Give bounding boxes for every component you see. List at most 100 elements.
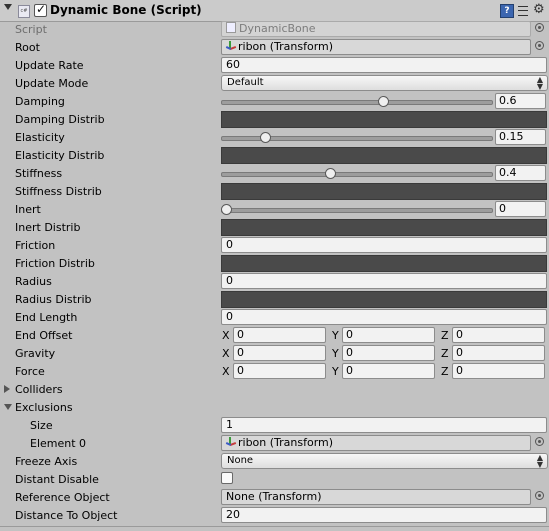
x-axis-label: X	[222, 347, 230, 360]
component-enabled-checkbox[interactable]: ✓	[34, 2, 47, 17]
stiffness-distrib-label: Stiffness Distrib	[15, 185, 102, 198]
row-friction-distrib: Friction Distrib	[0, 254, 549, 272]
element-0-field[interactable]: ribon (Transform)	[221, 435, 531, 451]
inert-slider-thumb[interactable]	[221, 204, 232, 215]
foldout-collapsed-icon[interactable]	[4, 385, 10, 393]
damping-distrib-label: Damping Distrib	[15, 113, 105, 126]
x-axis-label: X	[222, 365, 230, 378]
gravity-z-field[interactable]: 0	[452, 345, 545, 361]
radius-label: Radius	[15, 275, 52, 288]
row-reference-object: Reference Object None (Transform)	[0, 488, 549, 506]
row-stiffness-distrib: Stiffness Distrib	[0, 182, 549, 200]
freeze-axis-label: Freeze Axis	[15, 455, 78, 468]
object-picker-icon[interactable]	[535, 491, 544, 500]
stiffness-slider-thumb[interactable]	[325, 168, 337, 179]
preset-icon[interactable]	[518, 6, 528, 16]
y-axis-label: Y	[332, 365, 339, 378]
row-exclusions[interactable]: Exclusions	[0, 398, 549, 416]
force-z-field[interactable]: 0	[452, 363, 545, 379]
row-colliders[interactable]: Colliders	[0, 380, 549, 398]
inspector-divider	[0, 526, 549, 527]
end-offset-label: End Offset	[15, 329, 73, 342]
row-update-rate: Update Rate 60	[0, 56, 549, 74]
y-axis-label: Y	[332, 347, 339, 360]
elasticity-distrib-label: Elasticity Distrib	[15, 149, 105, 162]
inert-distrib-curve[interactable]	[221, 219, 547, 236]
friction-field[interactable]: 0	[221, 237, 547, 253]
gravity-y-field[interactable]: 0	[342, 345, 435, 361]
inert-value-field[interactable]: 0	[495, 201, 546, 217]
cs-script-icon	[226, 22, 236, 33]
stiffness-slider-track[interactable]	[221, 172, 493, 177]
update-rate-label: Update Rate	[15, 59, 84, 72]
component-foldout-arrow-icon[interactable]	[4, 4, 12, 10]
row-gravity: Gravity X 0 Y 0 Z 0	[0, 344, 549, 362]
component-title: Dynamic Bone (Script)	[50, 3, 202, 17]
friction-distrib-curve[interactable]	[221, 255, 547, 272]
dropdown-arrows-icon: ▲ ▼	[536, 453, 543, 469]
update-mode-value: Default	[227, 77, 264, 88]
update-mode-label: Update Mode	[15, 77, 89, 90]
z-axis-label: Z	[441, 329, 449, 342]
row-stiffness: Stiffness 0.4	[0, 164, 549, 182]
force-x-field[interactable]: 0	[233, 363, 326, 379]
row-damping: Damping 0.6	[0, 92, 549, 110]
checkmark-icon: ✓	[36, 2, 47, 16]
gravity-x-field[interactable]: 0	[233, 345, 326, 361]
distant-disable-checkbox[interactable]	[221, 472, 233, 484]
stiffness-distrib-curve[interactable]	[221, 183, 547, 200]
object-picker-icon[interactable]	[535, 437, 544, 446]
end-offset-z-field[interactable]: 0	[452, 327, 545, 343]
force-label: Force	[15, 365, 45, 378]
element-0-label: Element 0	[30, 437, 87, 450]
elasticity-slider-thumb[interactable]	[260, 132, 272, 143]
x-axis-label: X	[222, 329, 230, 342]
row-friction: Friction 0	[0, 236, 549, 254]
size-field[interactable]: 1	[221, 417, 547, 433]
help-book-icon[interactable]: ?	[500, 4, 514, 18]
elasticity-distrib-curve[interactable]	[221, 147, 547, 164]
y-axis-label: Y	[332, 329, 339, 342]
update-rate-field[interactable]: 60	[221, 57, 547, 73]
colliders-label[interactable]: Colliders	[15, 383, 63, 396]
end-length-label: End Length	[15, 311, 78, 324]
damping-label: Damping	[15, 95, 65, 108]
z-axis-label: Z	[441, 347, 449, 360]
row-update-mode: Update Mode Default ▲ ▼	[0, 74, 549, 92]
element-0-value: ribon (Transform)	[238, 436, 334, 449]
row-radius-distrib: Radius Distrib	[0, 290, 549, 308]
force-y-field[interactable]: 0	[342, 363, 435, 379]
row-freeze-axis: Freeze Axis None ▲ ▼	[0, 452, 549, 470]
end-offset-x-field[interactable]: 0	[233, 327, 326, 343]
update-mode-dropdown[interactable]: Default ▲ ▼	[221, 75, 548, 91]
damping-slider-thumb[interactable]	[377, 96, 389, 107]
root-field[interactable]: ribon (Transform)	[221, 39, 531, 55]
row-elasticity: Elasticity 0.15	[0, 128, 549, 146]
row-radius: Radius 0	[0, 272, 549, 290]
row-inert-distrib: Inert Distrib	[0, 218, 549, 236]
inert-slider-track[interactable]	[221, 208, 493, 213]
foldout-expanded-icon[interactable]	[4, 404, 12, 410]
exclusions-label[interactable]: Exclusions	[15, 401, 73, 414]
object-picker-icon	[535, 23, 544, 32]
friction-distrib-label: Friction Distrib	[15, 257, 95, 270]
stiffness-value-field[interactable]: 0.4	[495, 165, 546, 181]
end-length-field[interactable]: 0	[221, 309, 547, 325]
end-offset-y-field[interactable]: 0	[342, 327, 435, 343]
row-distant-disable: Distant Disable	[0, 470, 549, 488]
radius-field[interactable]: 0	[221, 273, 547, 289]
row-end-length: End Length 0	[0, 308, 549, 326]
damping-distrib-curve[interactable]	[221, 111, 547, 128]
component-header: c# ✓ Dynamic Bone (Script) ? ⚙	[0, 0, 549, 22]
distance-to-object-field[interactable]: 20	[221, 507, 547, 523]
radius-distrib-label: Radius Distrib	[15, 293, 92, 306]
radius-distrib-curve[interactable]	[221, 291, 547, 308]
damping-value-field[interactable]: 0.6	[495, 93, 546, 109]
row-force: Force X 0 Y 0 Z 0	[0, 362, 549, 380]
damping-slider-track[interactable]	[221, 100, 493, 105]
elasticity-value-field[interactable]: 0.15	[495, 129, 546, 145]
reference-object-field[interactable]: None (Transform)	[221, 489, 531, 505]
freeze-axis-dropdown[interactable]: None ▲ ▼	[221, 453, 548, 469]
gear-icon[interactable]: ⚙	[533, 2, 545, 17]
object-picker-icon[interactable]	[535, 41, 544, 50]
